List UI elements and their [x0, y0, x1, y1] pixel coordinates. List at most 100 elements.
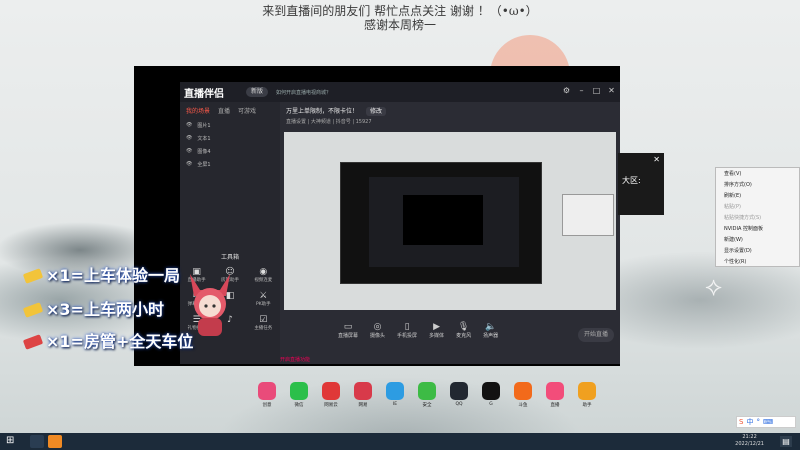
- pk-icon: ⚔: [259, 291, 268, 301]
- menu-item-paste[interactable]: 粘贴(P): [716, 201, 799, 212]
- notice-link[interactable]: 如何开启直播电视商城？: [276, 89, 331, 96]
- desktop-icon[interactable]: IE: [383, 382, 407, 408]
- ime-toolbar[interactable]: S 中 ° ⌨: [736, 416, 796, 428]
- clock-time: 21:22: [742, 434, 757, 440]
- marquee-edit-button[interactable]: 修改: [365, 107, 386, 116]
- desktop-icon-label: 助手: [582, 403, 592, 408]
- tool-button[interactable]: ☑ 主播任务: [247, 315, 280, 331]
- desktop-icon[interactable]: 安全: [415, 382, 439, 408]
- desktop-icon[interactable]: QQ: [447, 382, 471, 408]
- desktop-icon-label: 安全: [422, 403, 432, 408]
- promo-line-1: ×1=上车体验一局: [22, 262, 180, 286]
- menu-item-nvidia[interactable]: NVIDIA 控制面板: [716, 223, 799, 234]
- promo-line-2: ×3=上车两小时: [22, 296, 164, 320]
- tool-button[interactable]: ⚔ PK助手: [247, 291, 280, 307]
- taskbar-app-icon[interactable]: [30, 435, 44, 448]
- menu-item-new[interactable]: 新建(W): [716, 234, 799, 245]
- windows-start-icon[interactable]: ⊞: [6, 436, 16, 446]
- menu-item-refresh[interactable]: 刷新(E): [716, 190, 799, 201]
- desktop-icon[interactable]: 网易: [351, 382, 375, 408]
- app-icon: [354, 382, 372, 400]
- desktop-icon-label: G: [489, 402, 493, 407]
- tab-games[interactable]: 可游戏: [238, 106, 256, 115]
- menu-item-display[interactable]: 显示设置(D): [716, 245, 799, 256]
- app-logo: 直播伴侣: [184, 89, 224, 100]
- scene-item[interactable]: 👁 文本1: [180, 132, 280, 145]
- eye-icon[interactable]: 👁: [186, 148, 192, 155]
- speaker-icon: 🔈: [484, 322, 497, 332]
- app-titlebar: 直播伴侣 新版 如何开启直播电视商城？ ⚙ – □ ✕: [180, 82, 620, 102]
- app-icon: [546, 382, 564, 400]
- menu-item-personalize[interactable]: 个性化(R): [716, 256, 799, 267]
- media-button[interactable]: ▶ 多媒体: [429, 322, 444, 364]
- minimize-icon[interactable]: –: [577, 86, 586, 95]
- tab-live[interactable]: 直播: [218, 106, 230, 115]
- tab-scenes[interactable]: 我的场景: [186, 106, 210, 115]
- phone-cast-button[interactable]: ▯ 手机投屏: [397, 322, 417, 364]
- crane-icon: ⟡: [705, 272, 723, 302]
- camera-icon: ◉: [259, 267, 268, 277]
- camera-button[interactable]: ◎ 摄像头: [370, 322, 385, 364]
- desktop-icon-label: 网易云: [324, 403, 338, 408]
- desktop-icon-label: QQ: [455, 402, 463, 407]
- menu-item-sort[interactable]: 排序方式(O): [716, 179, 799, 190]
- eye-icon[interactable]: 👁: [186, 161, 192, 168]
- version-badge[interactable]: 新版: [246, 87, 268, 97]
- menu-item-paste-shortcut[interactable]: 粘贴快捷方式(S): [716, 212, 799, 223]
- taskbar: ⊞ 21:22 2022/12/21 ▤: [0, 433, 800, 450]
- punctuation-icon[interactable]: °: [756, 418, 760, 426]
- ime-logo-icon: S: [739, 418, 744, 426]
- keyboard-icon[interactable]: ⌨: [763, 418, 773, 426]
- ime-language[interactable]: 中: [746, 417, 753, 427]
- desktop-icon[interactable]: 网易云: [319, 382, 343, 408]
- desktop-icon-label: 微信: [294, 403, 304, 408]
- close-icon[interactable]: ✕: [607, 86, 616, 95]
- screen-capture-button[interactable]: ▭ 直播屏幕: [338, 322, 358, 364]
- eye-icon[interactable]: 👁: [186, 122, 192, 129]
- desktop-icon-label: 网易: [358, 403, 368, 408]
- taskbar-app-icon[interactable]: [48, 435, 62, 448]
- desktop-icon[interactable]: G: [479, 382, 503, 408]
- explorer-window[interactable]: [562, 194, 614, 236]
- mic-button[interactable]: 🎙 麦克风: [456, 322, 471, 364]
- scene-item[interactable]: 👁 全屏1: [180, 158, 280, 171]
- desktop-icon[interactable]: 助手: [575, 382, 599, 408]
- scene-item[interactable]: 👁 图片1: [180, 119, 280, 132]
- stream-info: 直播设置 | 大神频道 | 抖音号 | 15927: [286, 119, 372, 125]
- wallpaper-text-2: 感谢本周榜一: [363, 18, 436, 32]
- tool-button[interactable]: ◉ 视频连麦: [247, 267, 280, 283]
- nested-capture: [340, 162, 542, 284]
- close-icon[interactable]: ✕: [653, 155, 660, 164]
- context-menu: 查看(V) 排序方式(O) 刷新(E) 粘贴(P) 粘贴快捷方式(S) NVID…: [715, 167, 800, 267]
- notification-icon[interactable]: ▤: [780, 436, 792, 447]
- desktop-icon-label: 直播: [550, 403, 560, 408]
- menu-item-view[interactable]: 查看(V): [716, 168, 799, 179]
- dialog-panel[interactable]: ✕ 大区:: [618, 153, 664, 215]
- desktop-icon[interactable]: 创意: [255, 382, 279, 408]
- ticket-icon: [22, 268, 44, 284]
- desktop-icon-label: 创意: [262, 403, 272, 408]
- task-icon: ☑: [259, 315, 268, 325]
- clock[interactable]: 21:22 2022/12/21: [735, 434, 764, 448]
- app-icon: [450, 382, 468, 400]
- maximize-icon[interactable]: □: [592, 86, 601, 95]
- mic-icon: 🎙: [457, 322, 470, 332]
- avatar: [190, 274, 230, 336]
- control-bar: ▭ 直播屏幕 ◎ 摄像头 ▯ 手机投屏 ▶ 多媒体 🎙 麦克风 🔈 扬声器: [280, 312, 620, 364]
- marquee-text: 万里上单限制，不限卡位！: [286, 108, 359, 115]
- scene-item[interactable]: 👁 图像4: [180, 145, 280, 158]
- desktop-icon[interactable]: 微信: [287, 382, 311, 408]
- go-live-button[interactable]: 开始直播: [578, 328, 614, 342]
- eye-icon[interactable]: 👁: [186, 135, 192, 142]
- desktop-icon-label: 斗鱼: [518, 403, 528, 408]
- app-icon: [258, 382, 276, 400]
- settings-icon[interactable]: ⚙: [562, 86, 571, 95]
- speaker-button[interactable]: 🔈 扬声器: [483, 322, 498, 364]
- screen-icon: ▭: [343, 322, 353, 332]
- desktop-icon[interactable]: 直播: [543, 382, 567, 408]
- desktop-icon[interactable]: 斗鱼: [511, 382, 535, 408]
- status-text: 开启直播功能: [280, 357, 311, 363]
- app-icon: [386, 382, 404, 400]
- desktop-icons: 创意 微信 网易云 网易 IE 安全 QQ G 斗鱼 直播 助手: [255, 382, 599, 408]
- app-icon: [482, 382, 500, 400]
